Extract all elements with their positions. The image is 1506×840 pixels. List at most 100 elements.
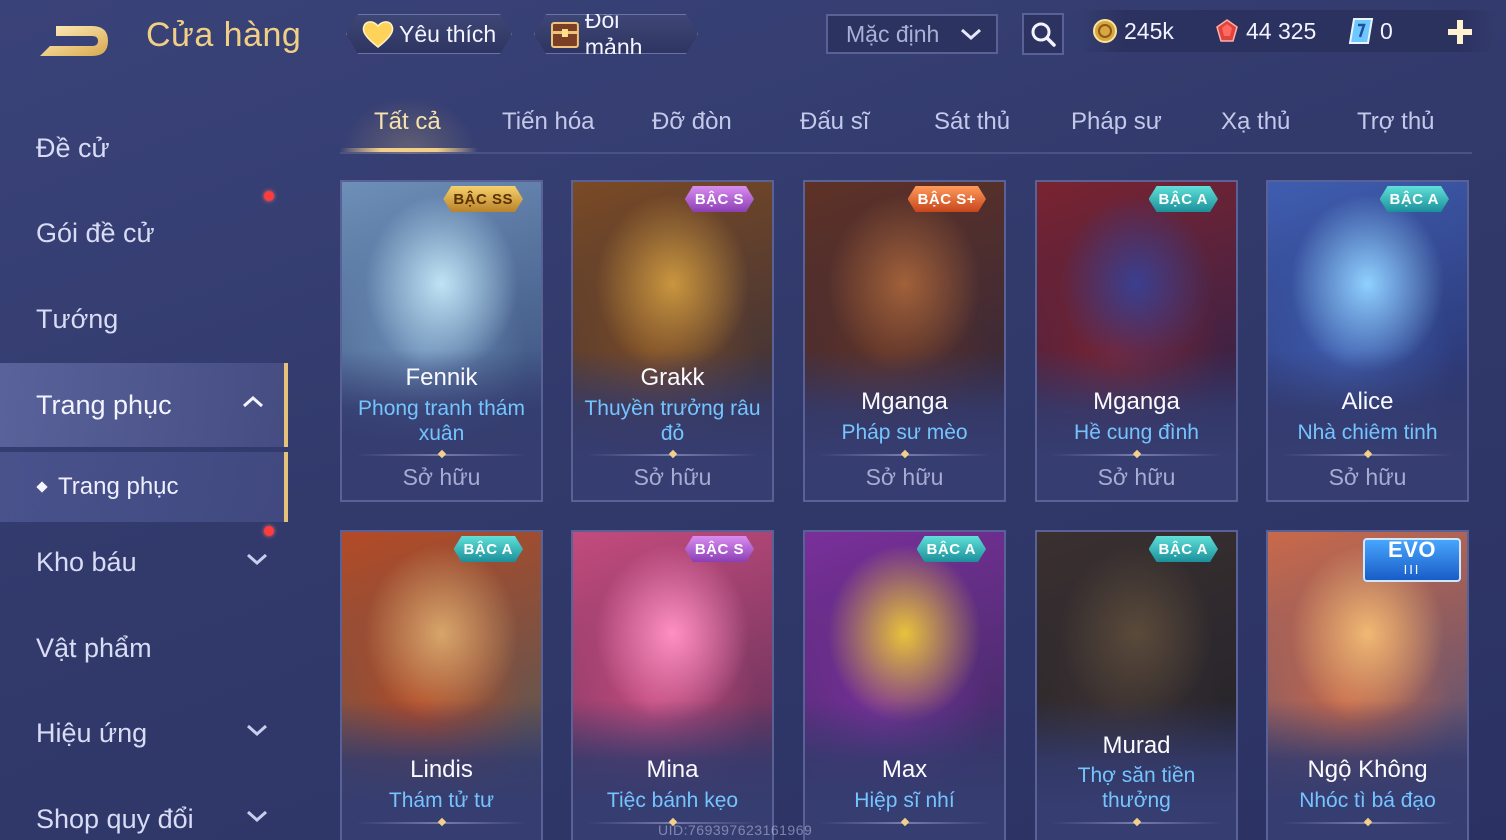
notification-dot [264,191,274,201]
card-divider [819,454,990,456]
skin-card[interactable]: BẬC A Mganga Hề cung đình Sở hữu [1035,180,1238,502]
bullet-diamond-icon [36,481,48,493]
skin-card[interactable]: BẬC A Murad Thợ săn tiền thưởng [1035,530,1238,840]
tier-badge: BẬC S [685,536,754,562]
card-divider [819,822,990,824]
tier-badge: BẬC A [454,536,523,562]
tab-evolution[interactable]: Tiến hóa [502,108,595,136]
shard-exchange-button[interactable]: Đổi mảnh [534,14,698,54]
search-button[interactable] [1022,13,1064,55]
sidebar-item-skins[interactable]: Trang phục [0,363,288,447]
back-arrow-icon[interactable] [34,20,114,62]
user-id-watermark: UID:769397623161969 [658,822,813,838]
hero-name: Fennik [405,364,478,391]
shard-exchange-label: Đổi mảnh [584,7,643,60]
voucher-amount: 0 [1380,17,1393,44]
sidebar-item-label: Shop quy đổi [36,803,194,834]
skin-name-line2: thưởng [1102,789,1171,812]
skin-name-line2: đỏ [660,422,685,445]
skin-card[interactable]: BẬC A Max Hiệp sĩ nhí [803,530,1006,840]
sidebar-subitem-skins[interactable]: Trang phục [0,452,288,522]
sidebar-item-effects[interactable]: Hiệu ứng [0,691,288,775]
tab-assassin[interactable]: Sát thủ [934,108,1010,136]
hero-name: Ngộ Không [1307,756,1428,783]
skin-name: Hề cung đình [1074,421,1199,444]
card-divider [1051,454,1222,456]
gold-coin-icon [1093,19,1117,43]
favorites-button[interactable]: Yêu thích [346,14,512,54]
skin-card[interactable]: EVO III Ngộ Không Nhóc tì bá đạo [1266,530,1469,840]
sidebar-item-exchange-shop[interactable]: Shop quy đổi [0,777,288,840]
page-title: Cửa hàng [146,16,302,54]
sidebar-item-heroes[interactable]: Tướng [0,277,288,361]
owned-status: Sở hữu [402,464,481,490]
ruby-amount: 44 325 [1246,17,1317,44]
sidebar: Đề cử Gói đề cử Tướng Trang phục Trang p… [0,100,288,840]
evolution-badge-label: EVO [1388,537,1436,562]
hero-name: Alice [1341,388,1394,415]
heart-icon [361,19,395,49]
hero-name: Mina [646,756,699,783]
tab-all[interactable]: Tất cả [374,108,441,136]
gold-amount: 245k [1124,17,1174,44]
tab-mage[interactable]: Pháp sư [1071,108,1162,136]
gold-balance: 245k [1092,10,1174,52]
currency-bar: 245k 44 325 0 [1082,10,1496,52]
card-divider [1282,822,1453,824]
skin-grid: BẬC SS Fennik Phong tranh thám xuân Sở h… [340,180,1470,840]
skin-card[interactable]: BẬC A Lindis Thám tử tư [340,530,543,840]
chest-icon [549,18,581,50]
sort-dropdown[interactable]: Mặc định [826,14,998,54]
owned-status: Sở hữu [865,464,944,490]
tab-marksman[interactable]: Xạ thủ [1221,108,1290,136]
skin-name: Thám tử tư [388,789,495,812]
voucher-balance: 0 [1348,10,1393,52]
skin-card[interactable]: BẬC S Grakk Thuyền trưởng râu đỏ Sở hữu [571,180,774,502]
sidebar-item-treasure[interactable]: Kho báu [0,520,288,604]
favorites-label: Yêu thích [399,20,497,47]
ruby-icon [1216,19,1238,42]
tier-badge: BẬC A [1149,186,1218,212]
voucher-icon [1348,18,1374,44]
hero-name: Mganga [861,388,948,415]
skin-name-line1: Thuyền trưởng râu [584,397,761,420]
skin-card[interactable]: BẬC S+ Mganga Pháp sư mèo Sở hữu [803,180,1006,502]
sidebar-item-label: Đề cử [36,132,110,163]
card-divider [1282,454,1453,456]
evolution-badge: EVO III [1363,538,1461,582]
skin-name-line1: Phong tranh thám [358,397,525,420]
tab-support[interactable]: Trợ thủ [1357,108,1435,136]
tier-badge: BẬC A [1149,536,1218,562]
notification-dot [264,526,274,536]
skin-name: Pháp sư mèo [841,421,968,444]
skin-card[interactable]: BẬC SS Fennik Phong tranh thám xuân Sở h… [340,180,543,502]
hero-name: Murad [1102,732,1171,759]
card-divider [356,454,527,456]
active-tab-underline [340,148,478,152]
sidebar-item-recommended[interactable]: Đề cử [0,106,288,190]
sidebar-item-label: Kho báu [36,546,137,577]
skin-name-line1: Thợ săn tiền [1077,764,1196,787]
skin-card[interactable]: BẬC S Mina Tiệc bánh kẹo [571,530,774,840]
tier-badge: BẬC A [917,536,986,562]
tier-badge: BẬC S [685,186,754,212]
sidebar-item-label: Vật phẩm [36,632,152,663]
tab-tank[interactable]: Đỡ đòn [652,108,732,136]
tier-badge: BẬC S+ [908,186,986,212]
sidebar-item-items[interactable]: Vật phẩm [0,606,288,690]
sort-dropdown-value: Mặc định [846,20,940,47]
card-divider [1051,822,1222,824]
add-currency-icon[interactable] [1446,18,1474,46]
chevron-down-icon [247,810,267,823]
owned-status: Sở hữu [1328,464,1407,490]
skin-card[interactable]: BẬC A Alice Nhà chiêm tinh Sở hữu [1266,180,1469,502]
sidebar-subitem-label: Trang phục [58,473,179,500]
skin-name-line2: xuân [418,422,465,445]
tab-fighter[interactable]: Đấu sĩ [800,108,869,136]
hero-name: Max [881,756,928,783]
owned-status: Sở hữu [1097,464,1176,490]
sidebar-item-recommended-packs[interactable]: Gói đề cử [0,191,288,275]
sidebar-item-label: Hiệu ứng [36,717,148,748]
hero-name: Mganga [1093,388,1180,415]
skin-name: Tiệc bánh kẹo [606,789,739,812]
